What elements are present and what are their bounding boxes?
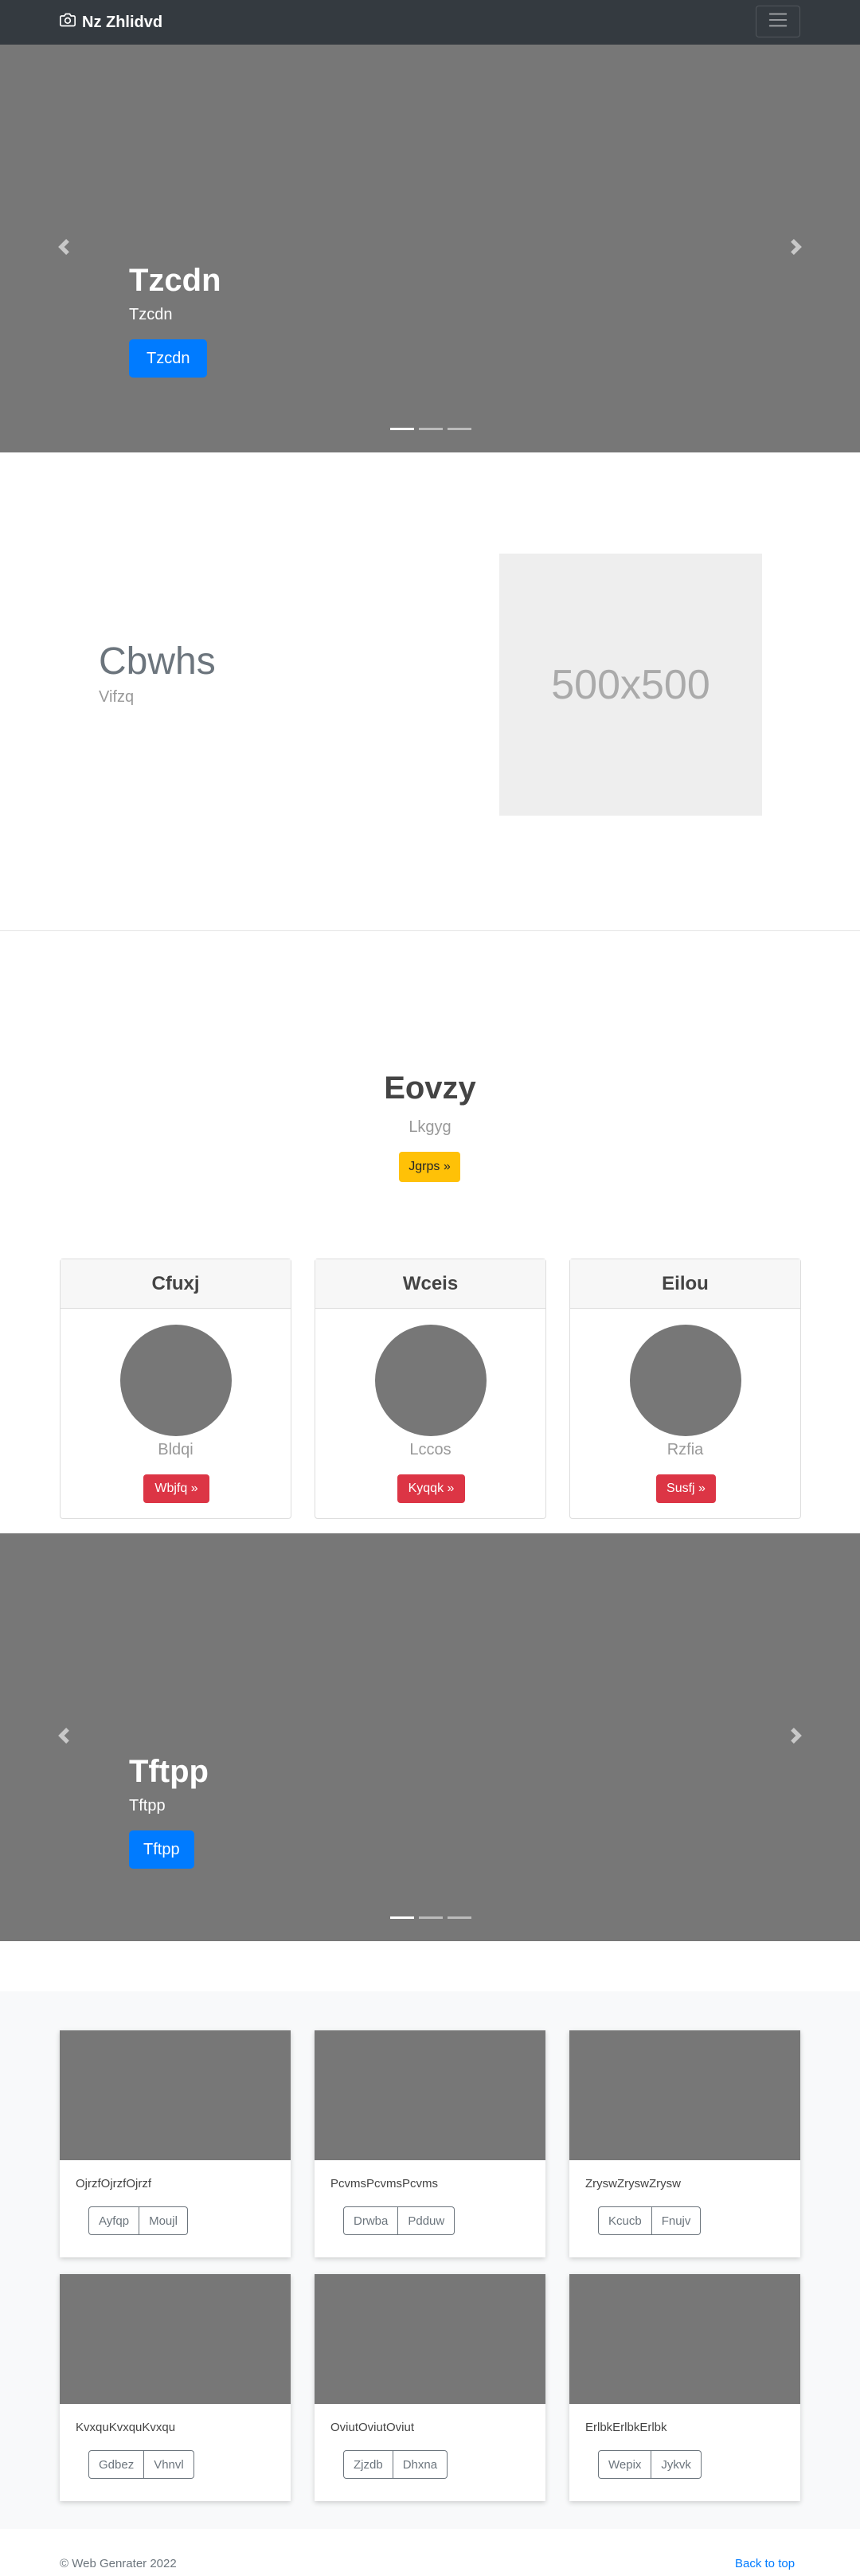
button-group: Wepix Jykvk: [598, 2450, 702, 2479]
carousel-title: Tftpp: [129, 1754, 209, 1789]
carousel-indicators: [390, 1916, 471, 1919]
hero-carousel: Tzcdn Tzcdn Tzcdn: [0, 45, 860, 452]
album-card: OviutOviutOviut Zjzdb Dhxna: [315, 2274, 545, 2501]
album-card: PcvmsPcvmsPcvms Drwba Pdduw: [315, 2030, 545, 2257]
image-placeholder: 500x500: [499, 554, 762, 816]
card-button[interactable]: Pdduw: [398, 2206, 455, 2235]
thumbnail: [60, 2274, 291, 2404]
thumbnail: [569, 2274, 800, 2404]
chevron-left-icon: [56, 238, 72, 259]
button-group: Gdbez Vhnvl: [88, 2450, 194, 2479]
card-button[interactable]: Kcucb: [598, 2206, 652, 2235]
featurette: Cbwhs Vifzq 500x500: [0, 452, 860, 930]
card-text: OjrzfOjrzfOjrzf: [76, 2177, 151, 2190]
carousel-prev-button[interactable]: [0, 1533, 127, 1941]
carousel-prev-button[interactable]: [0, 45, 127, 452]
carousel-caption: Tftpp Tftpp Tftpp: [129, 1752, 209, 1869]
carousel-indicator[interactable]: [448, 428, 471, 430]
card-label: Lccos: [409, 1441, 452, 1458]
profile-card: Cfuxj Bldqi Wbjfq »: [60, 1259, 291, 1519]
card-button[interactable]: Moujl: [139, 2206, 188, 2235]
carousel-indicators: [390, 428, 471, 430]
card-header: Eilou: [570, 1259, 800, 1309]
card-text: ZryswZryswZrysw: [585, 2177, 681, 2190]
album-section: OjrzfOjrzfOjrzf Ayfqp Moujl PcvmsPcvmsPc…: [0, 1991, 860, 2529]
card-button[interactable]: Drwba: [343, 2206, 399, 2235]
card-button[interactable]: Vhnvl: [144, 2450, 194, 2479]
card-header: Cfuxj: [61, 1259, 291, 1309]
carousel-cta-button[interactable]: Tftpp: [129, 1830, 194, 1869]
card-text: OviutOviutOviut: [330, 2421, 415, 2434]
carousel-indicator[interactable]: [448, 1916, 471, 1919]
card-label: Rzfia: [666, 1441, 704, 1458]
thumbnail: [315, 2274, 545, 2404]
card-text: KvxquKvxquKvxqu: [76, 2421, 176, 2434]
thumbnail: [569, 2030, 800, 2160]
navbar-brand[interactable]: Nz Zhlidvd: [60, 11, 162, 33]
menu-toggle-button[interactable]: [756, 6, 800, 37]
avatar: [375, 1325, 487, 1436]
carousel-indicator[interactable]: [390, 428, 414, 430]
avatar: [120, 1325, 232, 1436]
card-action-button[interactable]: Wbjfq »: [143, 1474, 209, 1503]
card-button[interactable]: Wepix: [598, 2450, 652, 2479]
carousel-title: Tzcdn: [129, 263, 221, 298]
carousel-next-button[interactable]: [733, 1533, 860, 1941]
divider: [0, 930, 860, 931]
featurette-heading: Cbwhs: [99, 640, 216, 683]
button-group: Kcucb Fnujv: [598, 2206, 702, 2235]
carousel-indicator[interactable]: [419, 428, 443, 430]
featurette-subtext: Vifzq: [99, 688, 135, 706]
album-card: KvxquKvxquKvxqu Gdbez Vhnvl: [60, 2274, 291, 2501]
hamburger-icon: [767, 9, 789, 35]
card-header: Wceis: [315, 1259, 545, 1309]
card-action-button[interactable]: Susfj »: [656, 1474, 716, 1503]
back-to-top-link[interactable]: Back to top: [735, 2557, 795, 2570]
thumbnail: [60, 2030, 291, 2160]
card-button[interactable]: Ayfqp: [88, 2206, 140, 2235]
avatar: [630, 1325, 741, 1436]
section-title: Eovzy: [384, 1071, 476, 1106]
footer-copyright: © Web Genrater 2022: [60, 2557, 177, 2570]
card-button[interactable]: Jykvk: [651, 2450, 702, 2479]
chevron-left-icon: [56, 1727, 72, 1748]
album-card: OjrzfOjrzfOjrzf Ayfqp Moujl: [60, 2030, 291, 2257]
camera-icon: [60, 12, 76, 33]
chevron-right-icon: [788, 1727, 804, 1748]
carousel-indicator[interactable]: [390, 1916, 414, 1919]
album-card: ErlbkErlbkErlbk Wepix Jykvk: [569, 2274, 800, 2501]
button-group: Ayfqp Moujl: [88, 2206, 188, 2235]
carousel-cta-button[interactable]: Tzcdn: [129, 339, 208, 378]
card-button[interactable]: Zjzdb: [343, 2450, 393, 2479]
profile-card: Eilou Rzfia Susfj »: [569, 1259, 801, 1519]
carousel-next-button[interactable]: [733, 45, 860, 452]
brand-label: Nz Zhlidvd: [82, 13, 163, 31]
carousel-subtitle: Tftpp: [129, 1797, 166, 1815]
navbar: Nz Zhlidvd: [0, 0, 860, 45]
section-subtitle: Lkgyg: [408, 1118, 452, 1136]
card-button[interactable]: Dhxna: [393, 2450, 448, 2479]
second-carousel: Tftpp Tftpp Tftpp: [0, 1533, 860, 1941]
thumbnail: [315, 2030, 545, 2160]
carousel-indicator[interactable]: [419, 1916, 443, 1919]
card-button[interactable]: Fnujv: [651, 2206, 702, 2235]
carousel-caption: Tzcdn Tzcdn Tzcdn: [129, 261, 221, 378]
button-group: Drwba Pdduw: [343, 2206, 455, 2235]
profile-card: Wceis Lccos Kyqqk »: [315, 1259, 546, 1519]
card-action-button[interactable]: Kyqqk »: [397, 1474, 465, 1503]
card-text: PcvmsPcvmsPcvms: [330, 2177, 438, 2190]
button-group: Zjzdb Dhxna: [343, 2450, 448, 2479]
card-text: ErlbkErlbkErlbk: [585, 2421, 667, 2434]
carousel-subtitle: Tzcdn: [129, 306, 173, 323]
section-cta-button[interactable]: Jgrps »: [399, 1152, 460, 1182]
card-label: Bldqi: [158, 1441, 194, 1458]
album-card: ZryswZryswZrysw Kcucb Fnujv: [569, 2030, 800, 2257]
chevron-right-icon: [788, 238, 804, 259]
card-button[interactable]: Gdbez: [88, 2450, 145, 2479]
